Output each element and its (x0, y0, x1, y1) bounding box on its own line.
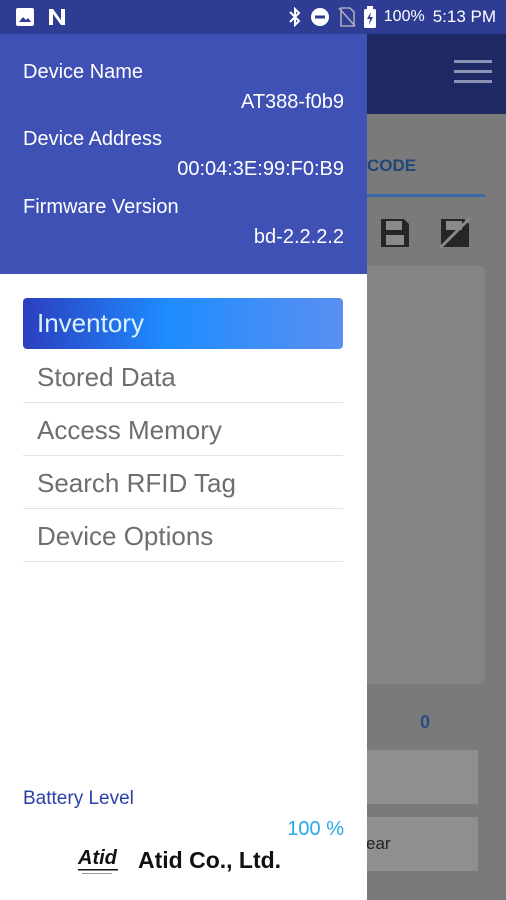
image-icon (16, 8, 34, 26)
n-icon (49, 9, 65, 25)
status-bar: 100% 5:13 PM (0, 0, 506, 34)
battery-icon (363, 6, 376, 28)
status-left-icons (14, 6, 68, 28)
device-address-value: 00:04:3E:99:F0:B9 (177, 158, 344, 180)
background-list-panel (360, 266, 485, 684)
background-clear-label: ear (366, 834, 391, 853)
device-name-value: AT388-f0b9 (240, 91, 344, 113)
no-sim-icon (338, 7, 356, 27)
menu-item-device-options[interactable]: Device Options (23, 511, 343, 562)
clock: 5:13 PM (432, 7, 496, 26)
bluetooth-icon (289, 7, 301, 27)
background-button-1[interactable] (360, 750, 478, 804)
drawer-header: Device Name AT388-f0b9 Device Address 00… (0, 34, 367, 274)
firmware-version-label: Firmware Version (23, 196, 179, 218)
svg-text:Atid: Atid (77, 847, 118, 869)
atid-logo: Atid (77, 847, 118, 874)
do-not-disturb-icon (310, 8, 329, 26)
tab-indicator (360, 194, 485, 197)
menu-item-stored-data[interactable]: Stored Data (23, 352, 343, 403)
menu-icon[interactable] (454, 60, 492, 90)
menu-item-inventory[interactable]: Inventory (23, 298, 343, 349)
battery-level-label: Battery Level (23, 788, 134, 809)
battery-percent: 100% (383, 8, 425, 25)
save-icon[interactable] (378, 216, 412, 250)
menu-item-search-rfid-tag[interactable]: Search RFID Tag (23, 458, 343, 509)
status-right: 100% 5:13 PM (288, 0, 496, 34)
firmware-version-value: bd-2.2.2.2 (253, 226, 344, 248)
battery-level-value: 100 % (287, 818, 344, 840)
navigation-drawer: Device Name AT388-f0b9 Device Address 00… (0, 34, 367, 900)
device-address-label: Device Address (23, 128, 162, 150)
save-disabled-icon[interactable] (438, 216, 472, 250)
background-clear-button[interactable]: ear (360, 817, 478, 871)
brand-name: Atid Co., Ltd. (138, 846, 282, 873)
device-name-label: Device Name (23, 61, 144, 83)
brand: Atid Atid Co., Ltd. (76, 842, 281, 878)
menu-item-access-memory[interactable]: Access Memory (23, 405, 343, 456)
background-count: 0 (420, 712, 431, 732)
background-tab-code[interactable]: CODE (367, 156, 416, 176)
